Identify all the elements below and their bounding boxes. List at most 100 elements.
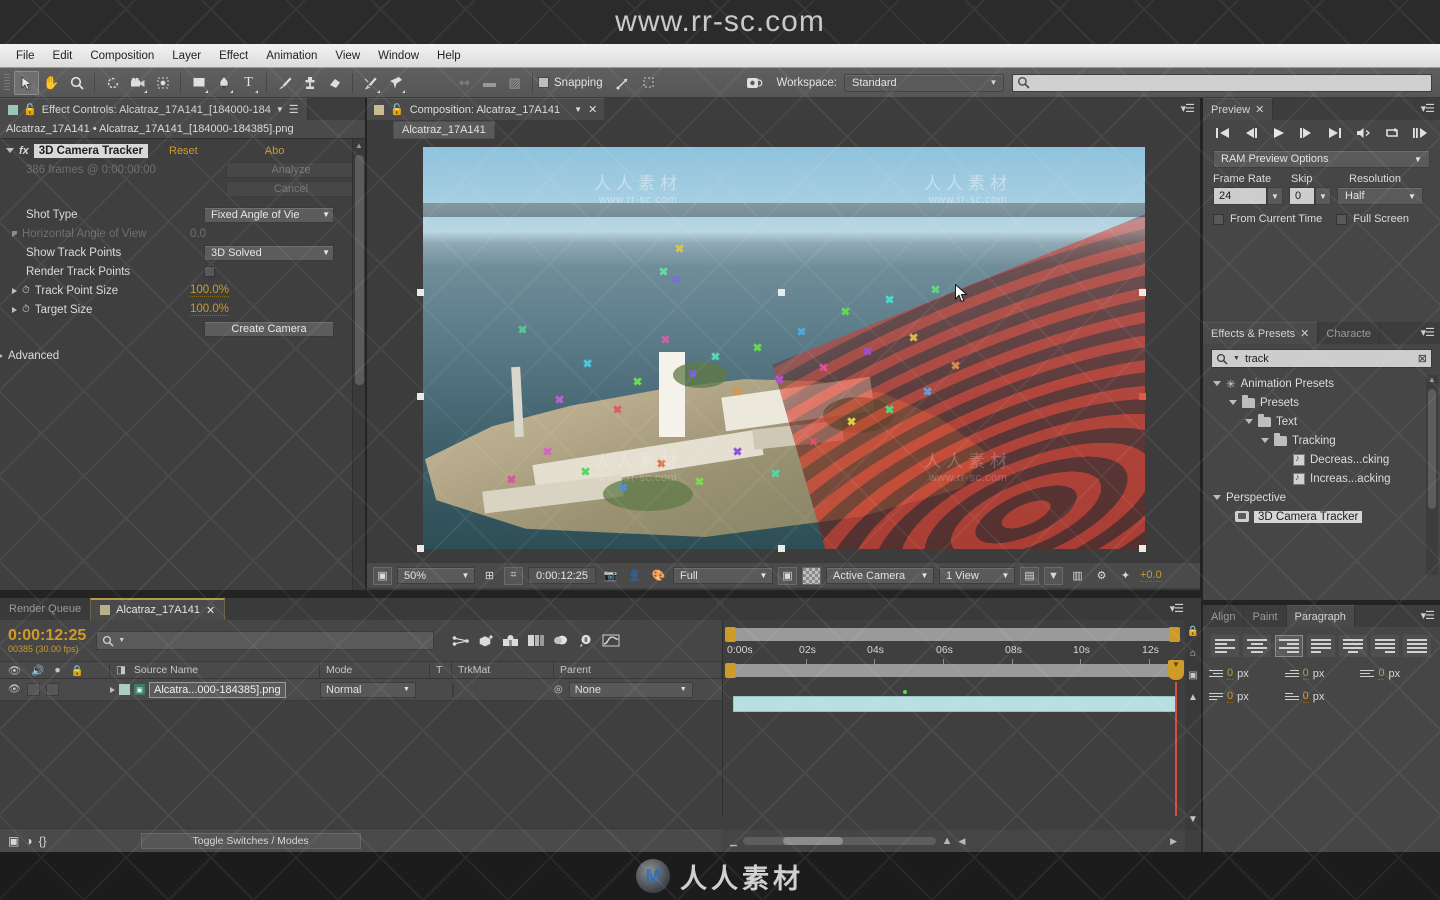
disclosure-triangle-icon[interactable] — [1213, 495, 1221, 500]
rotation-tool-icon[interactable] — [100, 71, 125, 95]
shape-tool-icon[interactable] — [186, 71, 211, 95]
disclosure-triangle-icon[interactable] — [1245, 419, 1253, 424]
composition-name-chip[interactable]: Alcatraz_17A141 — [393, 121, 495, 139]
play-icon[interactable] — [1272, 127, 1286, 142]
keyframe-marker[interactable] — [903, 690, 907, 694]
analyze-button[interactable]: Analyze — [226, 161, 356, 178]
chevron-down-icon[interactable]: ▼ — [1233, 355, 1240, 362]
selection-handle-bl[interactable] — [417, 545, 424, 552]
tab-align[interactable]: Align — [1203, 605, 1245, 627]
skip-input[interactable]: 0 — [1289, 187, 1315, 205]
menu-item-composition[interactable]: Composition — [82, 47, 162, 65]
exposure-value[interactable]: +0.0 — [1140, 569, 1162, 582]
selection-handle-tl[interactable] — [417, 289, 424, 296]
disclosure-triangle-icon[interactable] — [1213, 381, 1221, 386]
checkbox-box[interactable] — [1213, 213, 1224, 225]
create-camera-button[interactable]: Create Camera — [204, 320, 334, 337]
track-point[interactable] — [518, 325, 527, 334]
zoom-in-icon[interactable]: ▲ — [942, 835, 953, 847]
panel-menu-icon[interactable]: ☰ — [289, 103, 299, 116]
parent-column-header[interactable]: Parent — [554, 661, 722, 679]
snap-arrow-icon[interactable] — [611, 71, 636, 95]
zoom-level-select[interactable]: 50% ▼ — [397, 567, 475, 584]
track-point[interactable] — [633, 377, 642, 386]
menu-item-edit[interactable]: Edit — [45, 47, 81, 65]
comp-marker-icon[interactable]: ⌂ — [1185, 642, 1201, 664]
timeline-link-icon[interactable]: ▥ — [1068, 567, 1087, 585]
timeline-hscrollbar[interactable] — [742, 837, 936, 845]
pan-behind-tool-icon[interactable] — [150, 71, 175, 95]
mask-icon[interactable]: ▨ — [502, 71, 527, 95]
current-time-display[interactable]: 0:00:12:25 — [528, 567, 596, 584]
selection-handle-bc[interactable] — [778, 545, 785, 552]
track-point[interactable] — [695, 477, 704, 486]
track-point[interactable] — [613, 405, 622, 414]
live-update-icon[interactable] — [448, 630, 473, 652]
menu-item-file[interactable]: File — [8, 47, 43, 65]
indent-first-line-field[interactable]: 0 px — [1284, 667, 1359, 680]
menu-item-layer[interactable]: Layer — [164, 47, 209, 65]
layer-solo-toggle[interactable] — [45, 683, 59, 696]
track-point[interactable] — [909, 333, 918, 342]
tree-item-tracking[interactable]: Tracking — [1209, 431, 1440, 450]
selection-handle-mr[interactable] — [1139, 393, 1146, 400]
target-size-value[interactable]: 100.0% — [190, 303, 230, 316]
track-point[interactable] — [661, 335, 670, 344]
scrollbar-thumb[interactable] — [782, 837, 843, 845]
track-point[interactable] — [711, 352, 720, 361]
align-center-button[interactable] — [1243, 635, 1271, 657]
track-point[interactable] — [847, 417, 856, 426]
trkmat-column-header[interactable]: TrkMat — [452, 661, 554, 679]
timeline-track-area[interactable]: ▼ — [723, 660, 1185, 816]
layer-trkmat-toggle[interactable] — [452, 682, 454, 697]
eye-icon[interactable]: 👁 — [8, 664, 21, 677]
zoom-out-icon[interactable]: ▁ — [730, 836, 737, 847]
shot-type-select[interactable]: Fixed Angle of Vie ▼ — [204, 206, 334, 223]
disclosure-triangle-icon[interactable] — [0, 352, 3, 359]
tree-item-decrease-tracking[interactable]: Decreas...cking — [1209, 450, 1440, 469]
row-advanced[interactable]: Advanced — [0, 346, 365, 365]
tree-item-animation-presets[interactable]: ✳ Animation Presets — [1209, 374, 1440, 393]
track-point[interactable] — [775, 375, 784, 384]
tree-item-perspective[interactable]: Perspective — [1209, 488, 1440, 507]
graph-editor-icon[interactable] — [598, 630, 623, 652]
track-point[interactable] — [923, 387, 932, 396]
show-snapshot-icon[interactable]: 👤 — [625, 567, 644, 585]
track-point[interactable] — [797, 327, 806, 336]
selection-handle-br[interactable] — [1139, 545, 1146, 552]
disclosure-triangle-icon[interactable] — [12, 230, 17, 237]
enable-frame-blending-icon[interactable] — [523, 630, 548, 652]
fast-previews-icon[interactable]: ▼ — [1044, 566, 1063, 585]
enable-motion-blur-icon[interactable] — [548, 630, 573, 652]
tab-timeline-comp[interactable]: Alcatraz_17A141 ✕ — [90, 598, 226, 620]
scroll-up-icon[interactable]: ▲ — [1185, 686, 1201, 708]
panel-menu-icon[interactable]: ▾☰ — [1181, 102, 1195, 115]
camera-tool-icon[interactable] — [125, 71, 150, 95]
snap-box-icon[interactable] — [636, 71, 661, 95]
panel-menu-icon[interactable]: ▾☰ — [1170, 602, 1184, 615]
menu-item-effect[interactable]: Effect — [211, 47, 256, 65]
disclosure-triangle-icon[interactable] — [1261, 438, 1269, 443]
chevron-down-icon[interactable]: ▼ — [566, 105, 582, 114]
work-area-bar[interactable] — [727, 628, 1171, 641]
track-point[interactable] — [688, 369, 697, 378]
track-point[interactable] — [659, 267, 668, 276]
track-point[interactable] — [543, 447, 552, 456]
track-point[interactable] — [619, 483, 628, 492]
loop-icon[interactable] — [1384, 127, 1400, 142]
tree-item-increase-tracking[interactable]: Increas...acking — [1209, 469, 1440, 488]
scrollbar-thumb[interactable] — [1428, 389, 1436, 509]
preview-resolution-select[interactable]: Half ▼ — [1337, 187, 1423, 205]
layer-parent-select[interactable]: None ▼ — [568, 681, 693, 698]
justify-all-button[interactable] — [1403, 635, 1431, 657]
chevron-down-icon[interactable]: ▼ — [276, 105, 284, 114]
panel-menu-icon[interactable]: ▾☰ — [1421, 102, 1435, 115]
toolbar-grip[interactable] — [4, 73, 10, 92]
region-of-interest-icon[interactable]: ⌗ — [504, 566, 523, 585]
layer-color-label[interactable] — [119, 684, 130, 695]
snapshot-camera-icon[interactable]: 📷 — [601, 567, 620, 585]
workspace-gear-icon[interactable] — [742, 71, 767, 95]
composition-viewer[interactable]: 人人素材 www.rr-sc.com 人人素材 www.rr-sc.com 人人… — [367, 140, 1200, 562]
ram-preview-options-select[interactable]: RAM Preview Options ▼ — [1213, 150, 1430, 168]
track-point[interactable] — [733, 387, 742, 396]
